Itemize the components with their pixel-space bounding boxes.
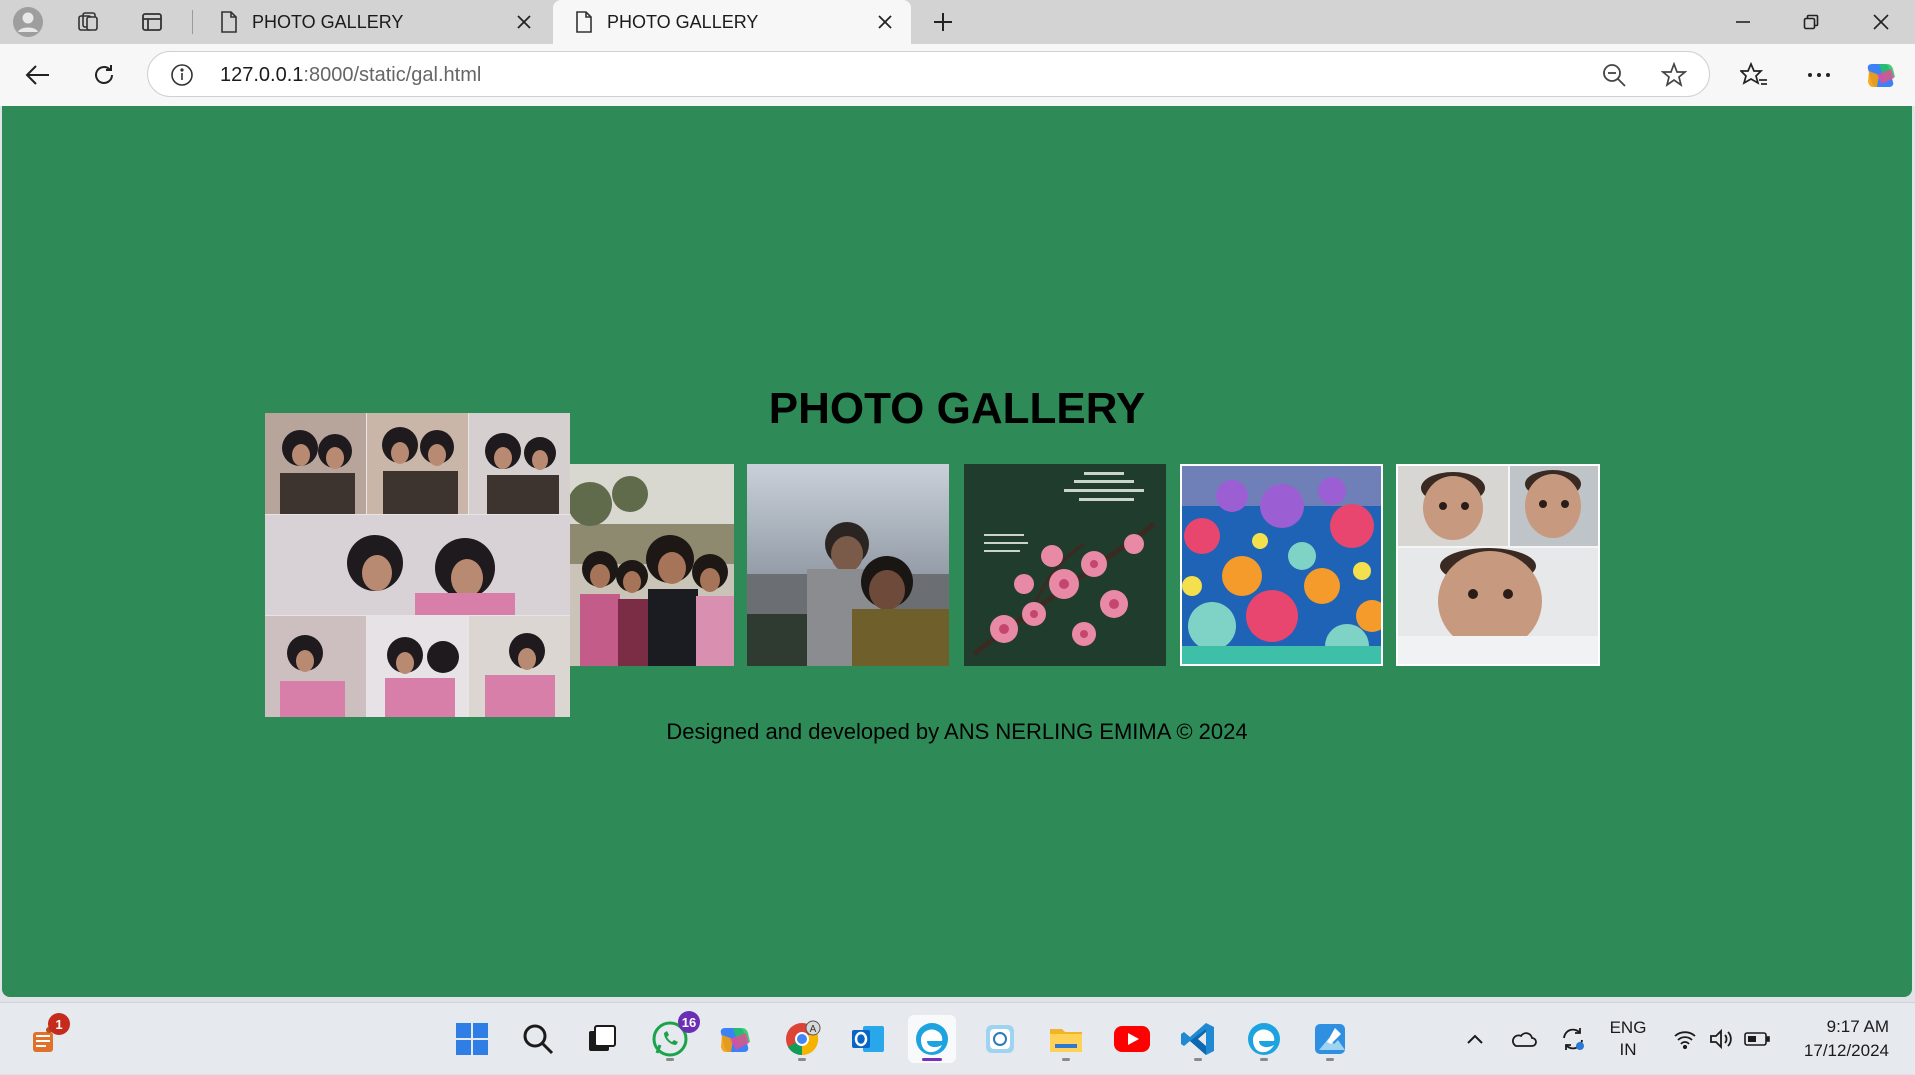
url-text[interactable]: 127.0.0.1:8000/static/gal.html bbox=[220, 64, 481, 87]
tab-photo-gallery-1[interactable]: PHOTO GALLERY bbox=[198, 0, 550, 44]
profile-icon[interactable] bbox=[6, 0, 50, 44]
photo-friends-collage[interactable] bbox=[265, 413, 570, 717]
onedrive-icon[interactable] bbox=[1506, 1003, 1540, 1075]
search-icon[interactable] bbox=[514, 1015, 562, 1063]
refresh-icon[interactable] bbox=[82, 53, 126, 97]
copilot-icon[interactable] bbox=[1860, 53, 1904, 97]
url-host: 127.0.0.1 bbox=[220, 64, 304, 86]
language-code: ENG bbox=[1609, 1018, 1647, 1037]
tab-photo-gallery-2[interactable]: PHOTO GALLERY bbox=[553, 0, 911, 44]
tab-title: PHOTO GALLERY bbox=[252, 11, 404, 32]
photos-app-icon[interactable] bbox=[976, 1015, 1024, 1063]
page-icon bbox=[221, 11, 237, 33]
outlook-icon[interactable] bbox=[844, 1015, 892, 1063]
tab-separator bbox=[192, 10, 193, 34]
workspaces-icon[interactable] bbox=[66, 0, 110, 44]
tab-strip: PHOTO GALLERY PHOTO GALLERY bbox=[0, 0, 1915, 44]
paint-icon[interactable] bbox=[1306, 1015, 1354, 1063]
running-indicator bbox=[1260, 1058, 1268, 1061]
close-tab-icon[interactable] bbox=[873, 10, 897, 34]
wifi-icon[interactable] bbox=[1670, 1003, 1700, 1075]
site-info-icon[interactable] bbox=[170, 63, 194, 87]
language-indicator[interactable]: ENG IN bbox=[1600, 1003, 1656, 1075]
language-region: IN bbox=[1619, 1040, 1637, 1059]
vertical-tabs-icon[interactable] bbox=[130, 0, 174, 44]
new-tab-icon[interactable] bbox=[921, 0, 965, 44]
photo-couple-at-sea[interactable] bbox=[747, 464, 949, 666]
url-path: :8000/static/gal.html bbox=[303, 64, 482, 86]
running-indicator bbox=[1062, 1058, 1070, 1061]
more-options-icon[interactable] bbox=[1797, 53, 1841, 97]
address-bar[interactable]: 127.0.0.1:8000/static/gal.html bbox=[147, 51, 1710, 97]
running-indicator bbox=[666, 1058, 674, 1061]
show-hidden-icons-icon[interactable] bbox=[1462, 1003, 1488, 1075]
running-indicator bbox=[1194, 1058, 1202, 1061]
file-explorer-icon[interactable] bbox=[1042, 1015, 1090, 1063]
footer-credit: Designed and developed by ANS NERLING EM… bbox=[666, 719, 1248, 744]
page-icon bbox=[576, 11, 592, 33]
browser-toolbar: 127.0.0.1:8000/static/gal.html bbox=[0, 44, 1915, 106]
restore-icon[interactable] bbox=[1777, 0, 1845, 44]
youtube-icon[interactable] bbox=[1108, 1015, 1156, 1063]
whatsapp-icon[interactable]: 16 bbox=[646, 1011, 700, 1063]
chrome-icon[interactable]: A bbox=[778, 1015, 826, 1063]
photo-group-selfie[interactable] bbox=[570, 464, 734, 666]
battery-icon[interactable] bbox=[1742, 1003, 1772, 1075]
back-icon[interactable] bbox=[16, 53, 60, 97]
photo-coral-reef[interactable] bbox=[1180, 464, 1383, 666]
photo-baby-collage[interactable] bbox=[1396, 464, 1600, 666]
favorite-star-icon[interactable] bbox=[1661, 62, 1687, 88]
running-indicator bbox=[798, 1058, 806, 1061]
running-indicator bbox=[1326, 1058, 1334, 1061]
photo-pink-blossom-verse[interactable] bbox=[964, 464, 1166, 666]
tab-title: PHOTO GALLERY bbox=[607, 11, 759, 32]
sync-icon[interactable] bbox=[1556, 1003, 1590, 1075]
start-icon[interactable] bbox=[448, 1015, 496, 1063]
clock-time: 9:17 AM bbox=[1826, 1017, 1889, 1036]
minimize-icon[interactable] bbox=[1709, 0, 1777, 44]
widgets-icon[interactable]: 1 bbox=[20, 1013, 70, 1063]
widgets-badge: 1 bbox=[48, 1013, 70, 1035]
vscode-icon[interactable] bbox=[1174, 1015, 1222, 1063]
close-window-icon[interactable] bbox=[1847, 0, 1915, 44]
edge-icon[interactable] bbox=[1240, 1015, 1288, 1063]
copilot-icon[interactable] bbox=[712, 1015, 760, 1063]
close-tab-icon[interactable] bbox=[512, 10, 536, 34]
running-indicator bbox=[922, 1058, 942, 1061]
clock-date: 17/12/2024 bbox=[1803, 1041, 1889, 1060]
task-view-icon[interactable] bbox=[578, 1015, 626, 1063]
zoom-out-icon[interactable] bbox=[1601, 62, 1627, 88]
volume-icon[interactable] bbox=[1706, 1003, 1736, 1075]
system-clock[interactable]: 9:17 AM 17/12/2024 bbox=[1804, 1015, 1889, 1063]
favorites-icon[interactable] bbox=[1732, 53, 1776, 97]
edge-icon[interactable] bbox=[908, 1015, 956, 1063]
windows-taskbar: 1 16 A ENG IN 9:17 AM 17/12/2024 bbox=[0, 1002, 1915, 1074]
page-viewport: PHOTO GALLERY Designed and developed by … bbox=[2, 106, 1912, 997]
whatsapp-badge: 16 bbox=[678, 1011, 700, 1033]
svg-text:A: A bbox=[810, 1024, 817, 1035]
